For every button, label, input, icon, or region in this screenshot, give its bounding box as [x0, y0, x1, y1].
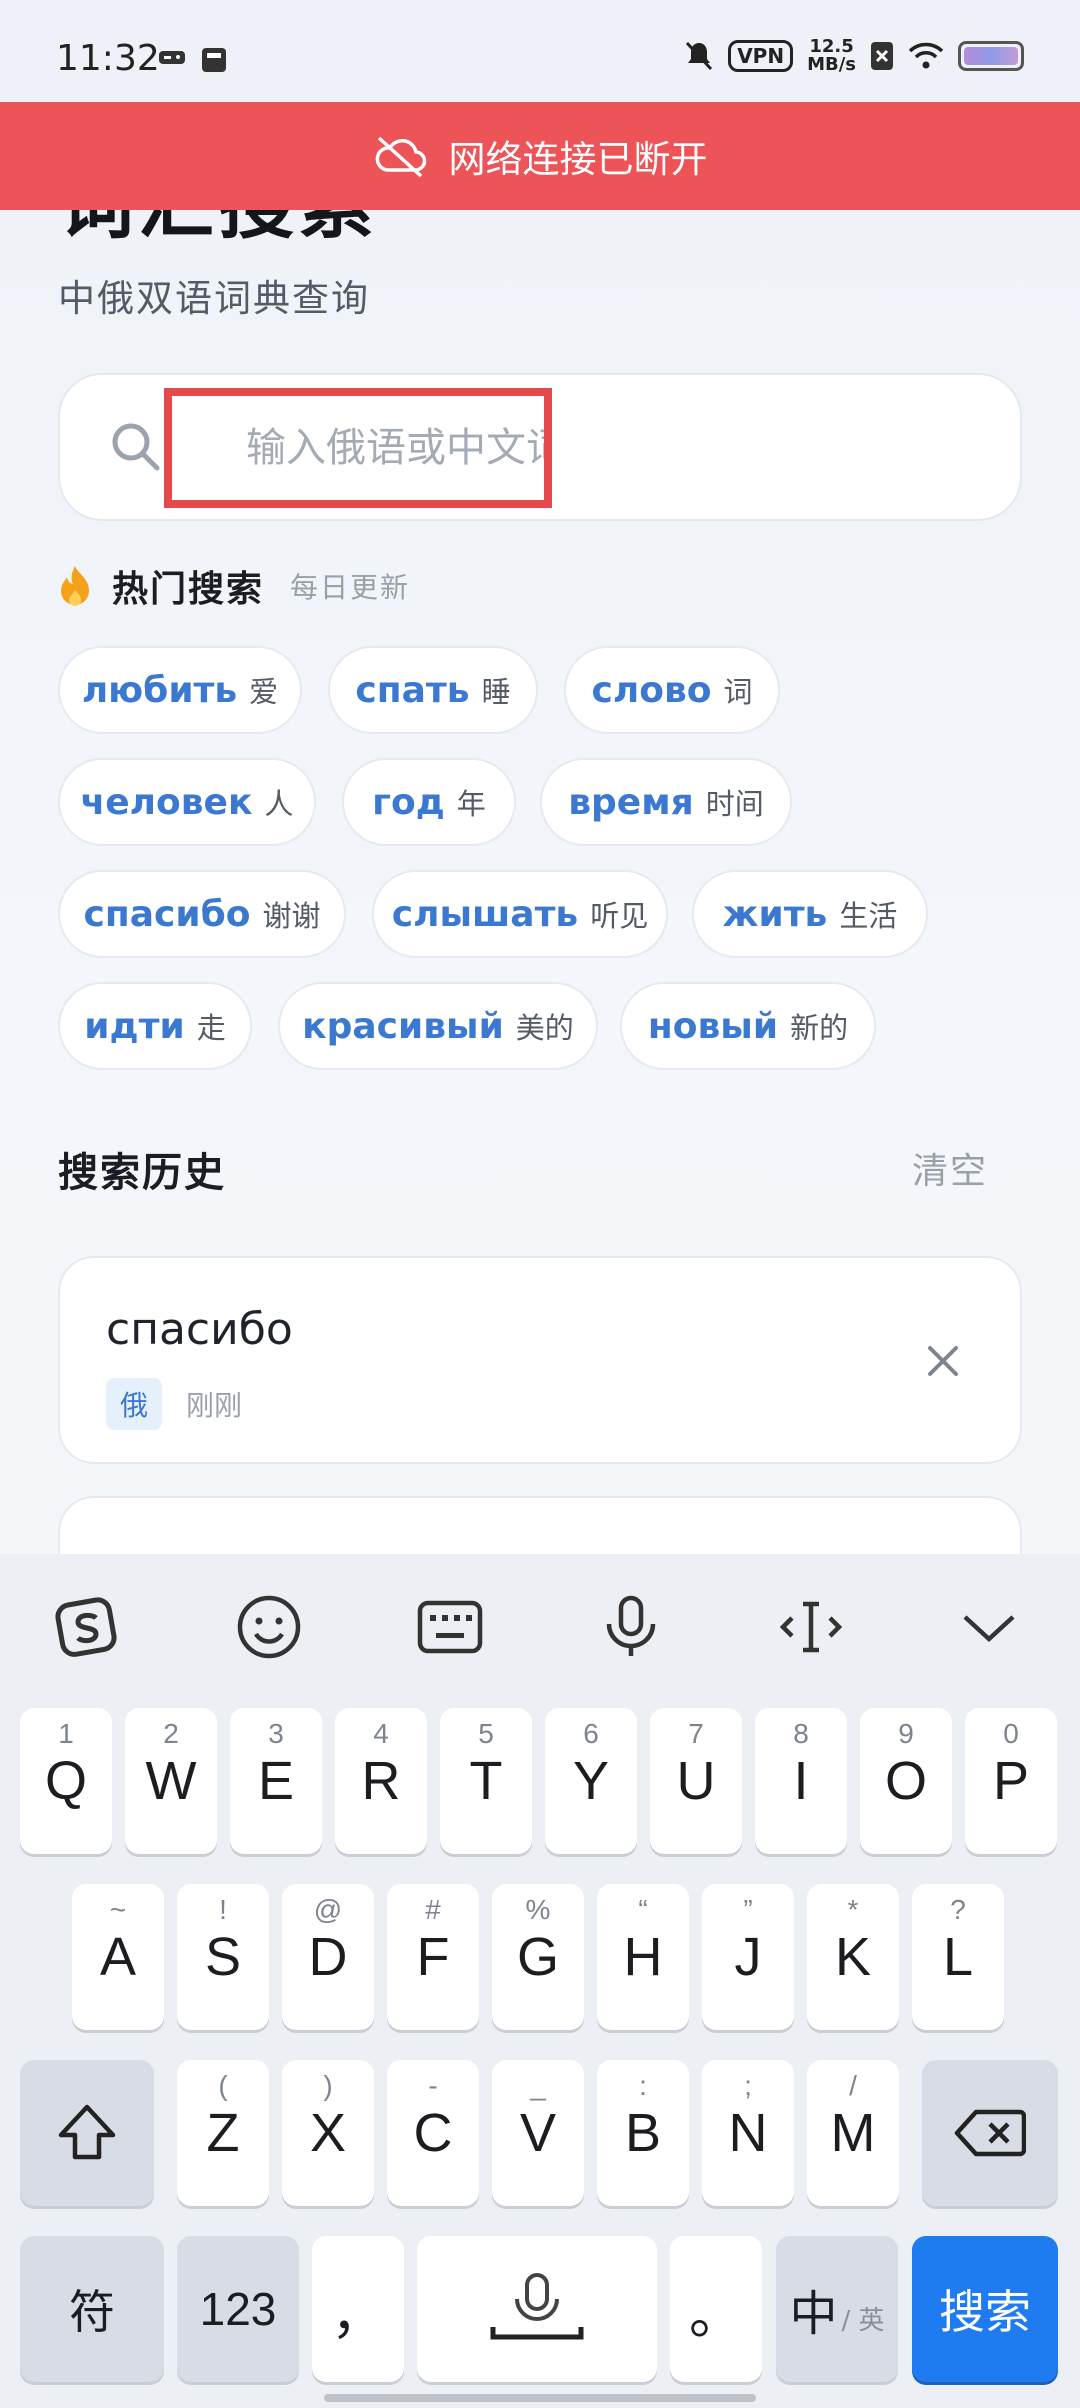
- sim-disabled-icon: [871, 42, 893, 70]
- key-q[interactable]: 1Q: [20, 1708, 112, 1854]
- page-subtitle: 中俄双语词典查询: [58, 277, 370, 320]
- hot-chip[interactable]: год 年: [342, 758, 516, 846]
- key-r[interactable]: 4R: [335, 1708, 427, 1854]
- backspace-icon: [954, 2109, 1026, 2157]
- hot-chip[interactable]: человек 人: [58, 758, 316, 846]
- offline-banner-text: 网络连接已断开: [448, 138, 708, 181]
- history-word: спасибо: [106, 1304, 293, 1355]
- chevron-down-icon[interactable]: [954, 1592, 1024, 1662]
- shift-key[interactable]: [20, 2060, 154, 2206]
- emoji-icon[interactable]: [234, 1592, 304, 1662]
- hot-chip[interactable]: время 时间: [540, 758, 792, 846]
- hot-searches-subtitle: 每日更新: [290, 571, 411, 604]
- shift-arrow-icon: [58, 2104, 116, 2160]
- hot-searches-header: 热门搜索 每日更新: [58, 560, 410, 612]
- hot-chip[interactable]: красивый 美的: [278, 982, 598, 1070]
- key-u[interactable]: 7U: [650, 1708, 742, 1854]
- status-time: 11:32: [56, 38, 160, 79]
- key-y[interactable]: 6Y: [545, 1708, 637, 1854]
- key-f[interactable]: # F: [387, 1884, 479, 2030]
- gamepad-icon: [159, 51, 185, 64]
- key-m[interactable]: / M: [807, 2060, 899, 2206]
- sogou-logo-icon[interactable]: [52, 1592, 122, 1662]
- key-i[interactable]: 8I: [755, 1708, 847, 1854]
- key-x[interactable]: ) X: [282, 2060, 374, 2206]
- key-j[interactable]: ” J: [702, 1884, 794, 2030]
- battery-icon: [958, 41, 1024, 71]
- search-box[interactable]: [58, 373, 1022, 521]
- search-input[interactable]: [164, 388, 552, 508]
- keyboard: 1Q 2W 3E 4R 5T 6Y 7U 8I 9O 0P ~ A ! S @ D #…: [0, 1554, 1080, 2408]
- history-time: 刚刚: [186, 1389, 243, 1422]
- hot-chip[interactable]: слышать 听见: [372, 870, 668, 958]
- language-switch-key[interactable]: 中 / 英: [776, 2236, 898, 2382]
- mute-bell-icon: [686, 41, 713, 71]
- period-key[interactable]: 。: [670, 2236, 762, 2382]
- search-key[interactable]: 搜索: [912, 2236, 1058, 2382]
- key-g[interactable]: % G: [492, 1884, 584, 2030]
- key-w[interactable]: 2W: [125, 1708, 217, 1854]
- search-icon: [112, 423, 160, 471]
- key-s[interactable]: ! S: [177, 1884, 269, 2030]
- key-d[interactable]: @ D: [282, 1884, 374, 2030]
- hot-searches-title: 热门搜索: [112, 569, 265, 610]
- history-item[interactable]: спасибо 俄 刚刚: [58, 1256, 1022, 1464]
- key-a[interactable]: ~ A: [72, 1884, 164, 2030]
- key-n[interactable]: ; N: [702, 2060, 794, 2206]
- hot-chip[interactable]: жить 生活: [692, 870, 928, 958]
- hot-chip[interactable]: спасибо 谢谢: [58, 870, 346, 958]
- status-bar: 11:32 VPN 12.5 MB/s: [0, 0, 1080, 110]
- network-speed: 12.5 MB/s: [807, 36, 856, 75]
- status-right-icons: VPN 12.5 MB/s: [684, 38, 1024, 74]
- key-k[interactable]: * K: [807, 1884, 899, 2030]
- language-tag: 俄: [106, 1378, 163, 1430]
- microphone-icon[interactable]: [596, 1592, 666, 1662]
- key-h[interactable]: “H: [597, 1884, 689, 2030]
- hot-chip[interactable]: новый 新的: [620, 982, 876, 1070]
- key-t[interactable]: 5T: [440, 1708, 532, 1854]
- home-indicator[interactable]: [324, 2394, 756, 2402]
- key-e[interactable]: 3E: [230, 1708, 322, 1854]
- numbers-key[interactable]: 123: [177, 2236, 299, 2382]
- status-left-icons: [158, 46, 228, 74]
- symbols-key[interactable]: 符: [20, 2236, 164, 2382]
- hot-chip[interactable]: идти 走: [58, 982, 252, 1070]
- key-z[interactable]: (Z: [177, 2060, 269, 2206]
- key-l[interactable]: ? L: [912, 1884, 1004, 2030]
- offline-banner: 网络连接已断开: [0, 102, 1080, 210]
- space-key[interactable]: [417, 2236, 657, 2382]
- keyboard-layout-icon[interactable]: [415, 1592, 485, 1662]
- voice-input-icon: [490, 2273, 584, 2340]
- hot-chip[interactable]: спать 睡: [328, 646, 538, 734]
- vpn-badge: VPN: [728, 40, 794, 72]
- history-title: 搜索历史: [58, 1150, 226, 1196]
- key-c[interactable]: -C: [387, 2060, 479, 2206]
- hot-chip[interactable]: любить 爱: [58, 646, 302, 734]
- key-b[interactable]: :B: [597, 2060, 689, 2206]
- keyboard-toolbar: [0, 1554, 1080, 1694]
- storage-icon: [202, 48, 226, 72]
- key-p[interactable]: 0P: [965, 1708, 1057, 1854]
- hot-chip[interactable]: слово 词: [564, 646, 780, 734]
- close-icon[interactable]: [926, 1344, 960, 1378]
- backspace-key[interactable]: [922, 2060, 1058, 2206]
- key-v[interactable]: _ V: [492, 2060, 584, 2206]
- cloud-off-icon: [375, 136, 426, 178]
- wifi-icon: [908, 42, 944, 69]
- flame-icon: [61, 566, 89, 606]
- history-clear-button[interactable]: 清空: [912, 1142, 988, 1194]
- key-o[interactable]: 9O: [860, 1708, 952, 1854]
- cursor-move-icon[interactable]: [776, 1592, 846, 1662]
- comma-key[interactable]: ，: [312, 2236, 404, 2382]
